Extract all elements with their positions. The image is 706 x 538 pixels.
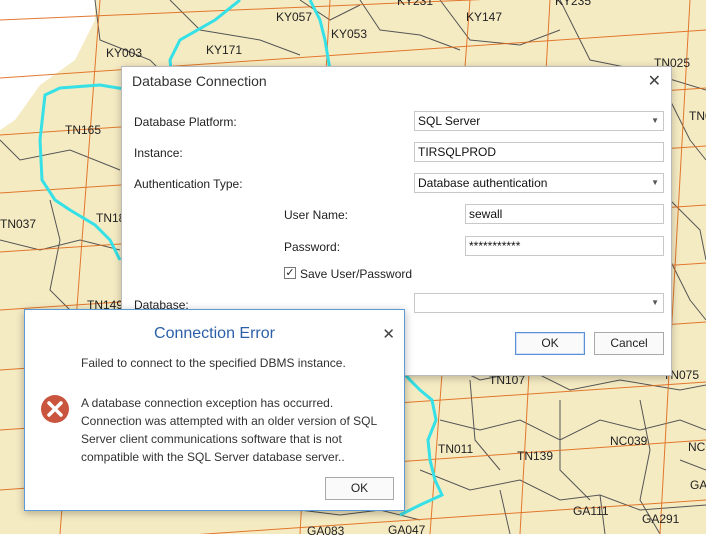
- cancel-button[interactable]: Cancel: [594, 332, 664, 355]
- save-credentials-checkbox[interactable]: ✓: [284, 267, 296, 279]
- map-county-label: TN011: [438, 442, 474, 456]
- username-label: User Name:: [284, 208, 349, 222]
- instance-value: TIRSQLPROD: [418, 145, 497, 159]
- map-county-label: NC0: [688, 440, 706, 454]
- error-icon: [41, 395, 69, 423]
- platform-select[interactable]: SQL Server ▼: [414, 111, 664, 131]
- error-summary: Failed to connect to the specified DBMS …: [81, 356, 346, 370]
- chevron-down-icon: ▼: [651, 178, 659, 187]
- map-county-label: KY231: [397, 0, 434, 8]
- close-icon[interactable]: ✕: [382, 325, 395, 343]
- map-county-label: KY171: [206, 43, 243, 57]
- platform-value: SQL Server: [418, 114, 481, 128]
- map-county-label: GA1: [690, 478, 706, 492]
- map-county-label: TN0: [689, 109, 706, 123]
- map-county-label: TN139: [517, 449, 554, 463]
- password-label: Password:: [284, 240, 341, 254]
- auth-type-value: Database authentication: [418, 176, 548, 190]
- username-field[interactable]: sewall: [465, 204, 664, 224]
- connection-error-dialog: Connection Error ✕ Failed to connect to …: [24, 309, 405, 511]
- dialog-title: Database Connection: [132, 73, 267, 89]
- map-county-label: GA291: [642, 512, 680, 526]
- map-county-label: GA083: [307, 524, 345, 538]
- map-county-label: KY235: [555, 0, 592, 8]
- close-icon[interactable]: ✕: [648, 71, 661, 91]
- map-county-label: KY057: [276, 10, 313, 24]
- map-county-label: NC039: [610, 434, 648, 448]
- map-county-label: KY053: [331, 27, 368, 41]
- map-county-label: TN165: [65, 123, 102, 137]
- save-credentials-label: Save User/Password: [300, 267, 413, 281]
- map-county-label: KY147: [466, 10, 503, 24]
- chevron-down-icon: ▼: [651, 298, 659, 307]
- auth-type-select[interactable]: Database authentication ▼: [414, 173, 664, 193]
- auth-type-label: Authentication Type:: [134, 177, 243, 191]
- platform-label: Database Platform:: [134, 115, 237, 129]
- password-value: ***********: [469, 239, 521, 253]
- error-dialog-title: Connection Error: [154, 325, 275, 342]
- database-select[interactable]: ▼: [414, 293, 664, 313]
- error-details: A database connection exception has occu…: [81, 396, 377, 464]
- map-county-label: GA111: [573, 504, 609, 518]
- password-field[interactable]: ***********: [465, 236, 664, 256]
- map-county-label: TN037: [0, 217, 37, 231]
- username-value: sewall: [469, 207, 503, 221]
- instance-label: Instance:: [134, 146, 183, 160]
- map-county-label: GA047: [388, 523, 426, 537]
- map-county-label: KY003: [106, 46, 143, 60]
- ok-button[interactable]: OK: [515, 332, 585, 355]
- instance-field[interactable]: TIRSQLPROD: [414, 142, 664, 162]
- error-ok-button[interactable]: OK: [325, 477, 394, 500]
- chevron-down-icon: ▼: [651, 116, 659, 125]
